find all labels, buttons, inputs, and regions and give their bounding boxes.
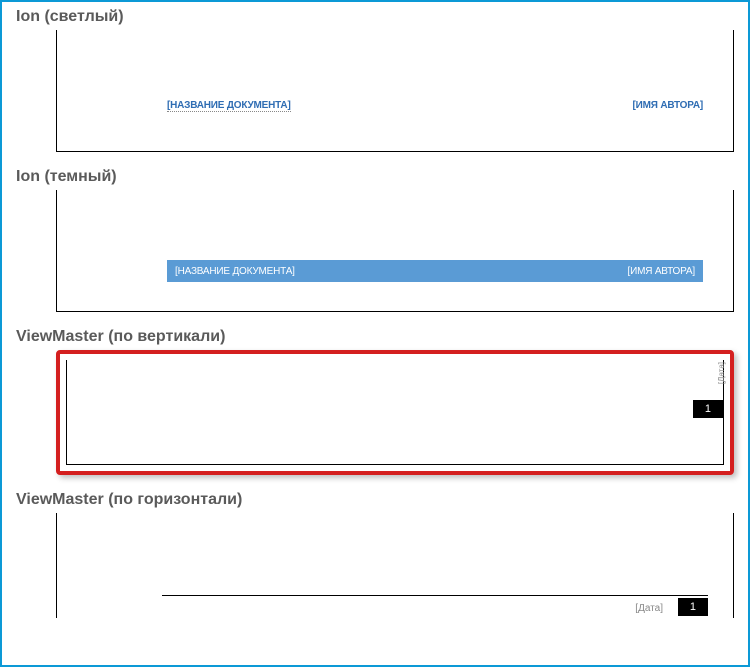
footer-style-viewmaster-vertical[interactable]: ViewMaster (по вертикали) [Дата] 1 bbox=[2, 322, 748, 485]
footer-preview-vm-horizontal: [Дата] 1 bbox=[56, 513, 734, 618]
page-number-badge: 1 bbox=[678, 598, 708, 616]
footer-preview-ion-dark: [НАЗВАНИЕ ДОКУМЕНТА] [ИМЯ АВТОРА] bbox=[56, 190, 734, 312]
footer-style-viewmaster-horizontal[interactable]: ViewMaster (по горизонтали) [Дата] 1 bbox=[2, 485, 748, 628]
selected-highlight: [Дата] 1 bbox=[56, 350, 734, 475]
section-title: ViewMaster (по горизонтали) bbox=[16, 491, 734, 509]
date-placeholder: [Дата] bbox=[717, 362, 726, 384]
ion-light-content: [НАЗВАНИЕ ДОКУМЕНТА] [ИМЯ АВТОРА] bbox=[167, 100, 703, 112]
section-title: Ion (светлый) bbox=[16, 8, 734, 26]
footer-style-ion-dark[interactable]: Ion (темный) [НАЗВАНИЕ ДОКУМЕНТА] [ИМЯ А… bbox=[2, 162, 748, 322]
footer-preview-vm-vertical: [Дата] 1 bbox=[66, 360, 724, 465]
section-title: Ion (темный) bbox=[16, 168, 734, 186]
date-placeholder: [Дата] bbox=[635, 603, 663, 614]
doc-title-placeholder: [НАЗВАНИЕ ДОКУМЕНТА] bbox=[167, 100, 291, 112]
ion-dark-bar: [НАЗВАНИЕ ДОКУМЕНТА] [ИМЯ АВТОРА] bbox=[167, 260, 703, 282]
section-title: ViewMaster (по вертикали) bbox=[16, 328, 734, 346]
author-placeholder: [ИМЯ АВТОРА] bbox=[628, 266, 695, 277]
doc-title-placeholder: [НАЗВАНИЕ ДОКУМЕНТА] bbox=[175, 266, 295, 277]
horizontal-rule bbox=[162, 595, 708, 596]
page-number-badge: 1 bbox=[693, 400, 723, 418]
footer-style-ion-light[interactable]: Ion (светлый) [НАЗВАНИЕ ДОКУМЕНТА] [ИМЯ … bbox=[2, 2, 748, 162]
footer-preview-ion-light: [НАЗВАНИЕ ДОКУМЕНТА] [ИМЯ АВТОРА] bbox=[56, 30, 734, 152]
author-placeholder: [ИМЯ АВТОРА] bbox=[633, 100, 703, 111]
